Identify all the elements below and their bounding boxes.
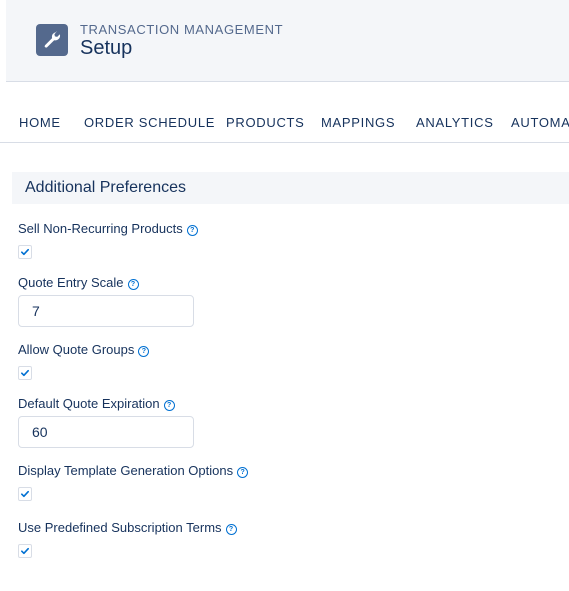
tab-bar: HOME ORDER SCHEDULE PRODUCTS MAPPINGS AN…	[0, 101, 569, 143]
use-predefined-subscription-terms-label-text: Use Predefined Subscription Terms	[18, 520, 222, 535]
display-template-generation-label: Display Template Generation Options?	[18, 463, 249, 478]
wrench-icon	[36, 24, 68, 56]
quote-entry-scale-input[interactable]	[18, 295, 194, 327]
tab-analytics[interactable]: ANALYTICS	[416, 115, 494, 130]
display-template-generation-label-text: Display Template Generation Options	[18, 463, 234, 478]
sell-non-recurring-label-text: Sell Non-Recurring Products	[18, 221, 183, 236]
header-label: TRANSACTION MANAGEMENT	[80, 22, 284, 37]
sell-non-recurring-checkbox[interactable]	[18, 245, 32, 259]
quote-entry-scale-label-text: Quote Entry Scale	[18, 275, 124, 290]
default-quote-expiration-label-text: Default Quote Expiration	[18, 396, 160, 411]
section-title: Additional Preferences	[25, 179, 186, 196]
sell-non-recurring-label: Sell Non-Recurring Products?	[18, 221, 198, 236]
checkmark-icon	[21, 369, 29, 377]
help-icon[interactable]: ?	[138, 346, 150, 357]
allow-quote-groups-label-text: Allow Quote Groups	[18, 342, 135, 357]
tab-automation[interactable]: AUTOMATION	[511, 115, 569, 130]
display-template-generation-checkbox[interactable]	[18, 487, 32, 501]
allow-quote-groups-checkbox[interactable]	[18, 366, 32, 380]
tab-order-schedule[interactable]: ORDER SCHEDULE	[84, 115, 215, 130]
use-predefined-subscription-terms-checkbox[interactable]	[18, 544, 32, 558]
default-quote-expiration-input[interactable]	[18, 416, 194, 448]
tab-products[interactable]: PRODUCTS	[226, 115, 305, 130]
tab-mappings[interactable]: MAPPINGS	[321, 115, 395, 130]
default-quote-expiration-label: Default Quote Expiration?	[18, 396, 175, 411]
page-title: Setup	[80, 37, 133, 59]
section-header: Additional Preferences	[12, 172, 569, 204]
checkmark-icon	[21, 248, 29, 256]
help-icon[interactable]: ?	[186, 225, 198, 236]
help-icon[interactable]: ?	[127, 279, 139, 290]
help-icon[interactable]: ?	[225, 524, 237, 535]
checkmark-icon	[21, 490, 29, 498]
page-header: TRANSACTION MANAGEMENT Setup	[6, 0, 569, 82]
checkmark-icon	[21, 547, 29, 555]
allow-quote-groups-label: Allow Quote Groups?	[18, 342, 150, 357]
quote-entry-scale-label: Quote Entry Scale?	[18, 275, 139, 290]
tab-home[interactable]: HOME	[19, 115, 61, 130]
use-predefined-subscription-terms-label: Use Predefined Subscription Terms?	[18, 520, 237, 535]
help-icon[interactable]: ?	[163, 400, 175, 411]
help-icon[interactable]: ?	[237, 467, 249, 478]
